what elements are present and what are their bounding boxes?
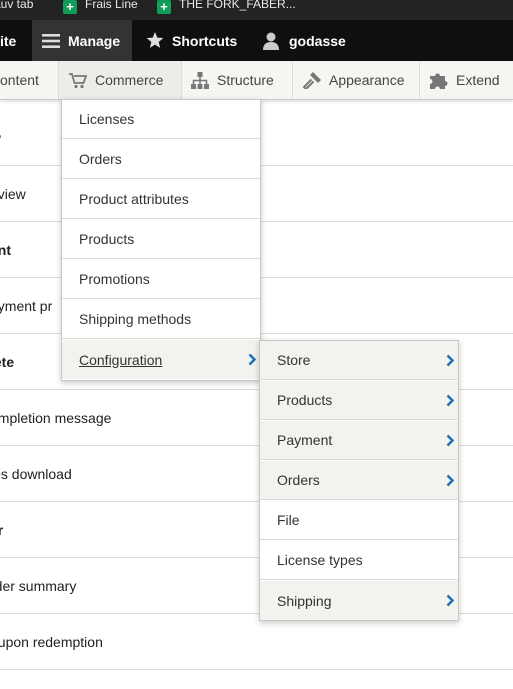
- row-label: ent: [0, 241, 11, 258]
- tray-appearance-label: Appearance: [329, 72, 405, 88]
- bookmark-label: sauv tab: [0, 0, 34, 11]
- shopping-cart-icon: [69, 72, 87, 89]
- tray-commerce-label: Commerce: [95, 72, 164, 88]
- content-row: oupon redemption: [0, 614, 513, 670]
- menu-item-label: Promotions: [79, 271, 150, 287]
- tray-item-appearance[interactable]: Appearance: [293, 61, 420, 99]
- menu-item-label: Product attributes: [79, 191, 189, 207]
- submenu-item-payment[interactable]: Payment: [260, 421, 458, 460]
- chevron-right-icon: [446, 594, 455, 610]
- menu-item-product-attributes[interactable]: Product attributes: [62, 180, 260, 219]
- spreadsheet-icon: [63, 0, 77, 14]
- menu-item-label: File: [277, 512, 300, 528]
- manage-tab[interactable]: Manage: [32, 20, 132, 61]
- submenu-item-shipping[interactable]: Shipping: [260, 581, 458, 620]
- tray-item-structure[interactable]: Structure: [182, 61, 293, 99]
- menu-item-products[interactable]: Products: [62, 220, 260, 259]
- row-label: rder summary: [0, 577, 77, 594]
- tray-item-commerce[interactable]: Commerce: [59, 61, 182, 99]
- hamburger-icon: [42, 33, 60, 48]
- row-label: eview: [0, 185, 26, 202]
- site-label: ite: [0, 32, 17, 49]
- chevron-right-icon: [446, 354, 455, 370]
- star-icon: [146, 32, 164, 49]
- chevron-right-icon: [446, 434, 455, 450]
- commerce-dropdown-menu: Licenses Orders Product attributes Produ…: [61, 99, 261, 381]
- menu-item-label: Licenses: [79, 111, 135, 127]
- paint-roller-icon: [303, 71, 321, 89]
- user-tab[interactable]: godasse: [263, 20, 346, 61]
- site-link[interactable]: ite: [0, 20, 32, 61]
- menu-item-label: Configuration: [79, 351, 163, 368]
- menu-item-label: Shipping: [277, 592, 332, 609]
- submenu-item-license-types[interactable]: License types: [260, 541, 458, 580]
- puzzle-icon: [430, 72, 448, 89]
- bookmarks-bar: sauv tab Frais Line THE FORK_FABER...: [0, 0, 513, 20]
- user-label: godasse: [289, 32, 346, 49]
- chevron-right-icon: [248, 353, 257, 369]
- spreadsheet-icon: [157, 0, 171, 14]
- menu-item-promotions[interactable]: Promotions: [62, 260, 260, 299]
- menu-item-label: Store: [277, 352, 311, 368]
- menu-item-orders[interactable]: Orders: [62, 140, 260, 179]
- configuration-submenu: Store Products Payment Orders File Licen…: [259, 340, 459, 621]
- bookmark-the-fork[interactable]: THE FORK_FABER...: [157, 0, 296, 14]
- row-label: oupon redemption: [0, 633, 103, 650]
- chevron-right-icon: [446, 474, 455, 490]
- menu-item-label: License types: [277, 552, 363, 568]
- row-label: w: [0, 130, 1, 146]
- row-label: ar: [0, 522, 3, 538]
- row-label: ompletion message: [0, 409, 112, 426]
- tray-item-extend[interactable]: Extend: [420, 61, 513, 99]
- admin-tray: ontent Commerce Structure Appearance Ext…: [0, 61, 513, 100]
- row-label: ayment pr: [0, 297, 53, 314]
- menu-item-label: Payment: [277, 432, 333, 448]
- submenu-item-file[interactable]: File: [260, 501, 458, 540]
- tray-item-content[interactable]: ontent: [0, 61, 59, 99]
- menu-item-licenses[interactable]: Licenses: [62, 100, 260, 139]
- menu-item-configuration[interactable]: Configuration: [62, 340, 260, 379]
- bookmark-label: THE FORK_FABER...: [179, 0, 296, 11]
- bookmark-frais-line[interactable]: Frais Line: [63, 0, 138, 14]
- tray-structure-label: Structure: [217, 72, 274, 88]
- chevron-right-icon: [446, 394, 455, 410]
- tray-extend-label: Extend: [456, 72, 500, 88]
- tray-content-label: ontent: [0, 72, 39, 88]
- shortcuts-tab[interactable]: Shortcuts: [146, 20, 237, 61]
- shortcuts-label: Shortcuts: [172, 32, 238, 49]
- menu-item-shipping-methods[interactable]: Shipping methods: [62, 300, 260, 339]
- bookmark-label: Frais Line: [85, 0, 138, 11]
- manage-label: Manage: [68, 32, 121, 49]
- menu-item-label: Orders: [79, 151, 122, 167]
- submenu-item-store[interactable]: Store: [260, 341, 458, 380]
- sitemap-icon: [191, 71, 209, 89]
- submenu-item-products[interactable]: Products: [260, 381, 458, 420]
- user-icon: [263, 32, 279, 50]
- row-label: lete: [0, 353, 15, 370]
- menu-item-label: Shipping methods: [79, 311, 192, 327]
- menu-item-label: Orders: [277, 472, 320, 488]
- menu-item-label: Products: [277, 392, 333, 408]
- row-label: les download: [0, 465, 72, 482]
- submenu-item-orders[interactable]: Orders: [260, 461, 458, 500]
- bookmark-sauv-tab[interactable]: sauv tab: [0, 0, 33, 14]
- admin-toolbar: ite Manage Shortcuts godasse: [0, 20, 513, 61]
- menu-item-label: Products: [79, 231, 135, 247]
